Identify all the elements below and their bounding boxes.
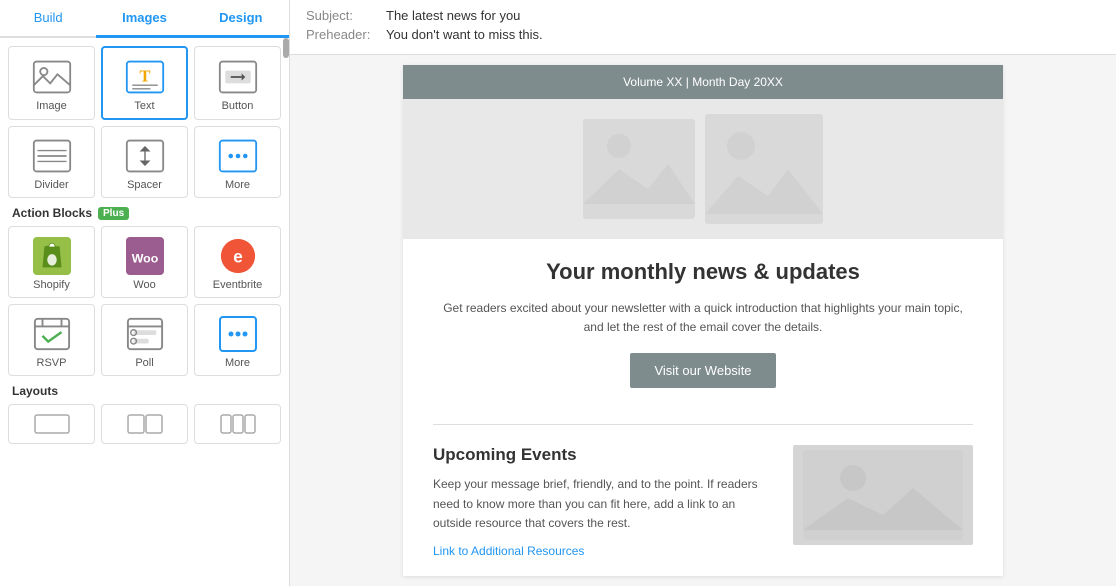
more-block-label: More	[225, 179, 250, 191]
more-action-block-label: More	[225, 357, 250, 369]
block-image[interactable]: Image	[8, 46, 95, 120]
spacer-block-label: Spacer	[127, 179, 162, 191]
block-spacer[interactable]: Spacer	[101, 126, 188, 198]
subject-value: The latest news for you	[386, 8, 520, 23]
text-block-icon: T	[125, 58, 165, 96]
email-events-text: Keep your message brief, friendly, and t…	[433, 475, 773, 533]
image-placeholder	[583, 114, 823, 224]
email-events-title: Upcoming Events	[433, 445, 773, 465]
layout-item-1[interactable]	[8, 404, 95, 444]
svg-text:Woo: Woo	[131, 252, 158, 266]
svg-text:e: e	[233, 248, 243, 267]
shopify-icon	[32, 237, 72, 275]
divider-block-label: Divider	[34, 179, 68, 191]
layouts-title: Layouts	[12, 384, 277, 398]
main-content: Subject: The latest news for you Prehead…	[290, 0, 1116, 586]
image-block-icon	[32, 58, 72, 96]
email-events-link[interactable]: Link to Additional Resources	[433, 544, 584, 558]
email-topbar-text: Volume XX | Month Day 20XX	[623, 75, 783, 89]
sidebar: Build Images Design Image	[0, 0, 290, 586]
email-header-bar: Subject: The latest news for you Prehead…	[290, 0, 1116, 55]
text-block-label: Text	[134, 100, 154, 112]
rsvp-icon	[32, 315, 72, 353]
woo-icon: Woo	[125, 237, 165, 275]
subject-row: Subject: The latest news for you	[306, 8, 1100, 23]
email-headline: Your monthly news & updates	[433, 259, 973, 285]
layout-item-3[interactable]	[194, 404, 281, 444]
more-action-icon	[218, 315, 258, 353]
email-body-text: Get readers excited about your newslette…	[433, 299, 973, 337]
spacer-block-icon	[125, 137, 165, 175]
more-block-icon	[218, 137, 258, 175]
rsvp-block-label: RSVP	[37, 357, 67, 369]
preheader-label: Preheader:	[306, 27, 386, 42]
preheader-value: You don't want to miss this.	[386, 27, 543, 42]
button-block-icon	[218, 58, 258, 96]
woo-block-label: Woo	[133, 279, 155, 291]
layout-item-2[interactable]	[101, 404, 188, 444]
email-hero-image	[403, 99, 1003, 239]
content-blocks-grid: Image T Text	[8, 46, 281, 198]
block-text[interactable]: T Text	[101, 46, 188, 120]
email-events-col: Upcoming Events Keep your message brief,…	[433, 445, 773, 558]
poll-icon	[125, 315, 165, 353]
email-body: Volume XX | Month Day 20XX	[403, 65, 1003, 576]
divider-block-icon	[32, 137, 72, 175]
block-divider[interactable]: Divider	[8, 126, 95, 198]
tab-design[interactable]: Design	[193, 0, 289, 38]
email-side-image	[793, 445, 973, 545]
email-two-col: Upcoming Events Keep your message brief,…	[403, 425, 1003, 578]
block-more-action[interactable]: More	[194, 304, 281, 376]
svg-text:T: T	[139, 67, 150, 86]
eventbrite-icon: e	[218, 237, 258, 275]
email-preview: Volume XX | Month Day 20XX	[290, 55, 1116, 586]
action-blocks-grid: Shopify Woo Woo e	[8, 226, 281, 376]
preheader-row: Preheader: You don't want to miss this.	[306, 27, 1100, 42]
block-woo[interactable]: Woo Woo	[101, 226, 188, 298]
action-blocks-title: Action Blocks Plus	[12, 206, 277, 220]
plus-badge: Plus	[98, 207, 129, 220]
shopify-block-label: Shopify	[33, 279, 70, 291]
subject-label: Subject:	[306, 8, 386, 23]
scroll-indicator	[283, 38, 289, 58]
eventbrite-block-label: Eventbrite	[213, 279, 263, 291]
poll-block-label: Poll	[135, 357, 153, 369]
button-block-label: Button	[222, 100, 254, 112]
sidebar-content: Image T Text	[0, 38, 289, 586]
email-topbar: Volume XX | Month Day 20XX	[403, 65, 1003, 99]
image-block-label: Image	[36, 100, 67, 112]
block-shopify[interactable]: Shopify	[8, 226, 95, 298]
block-rsvp[interactable]: RSVP	[8, 304, 95, 376]
block-eventbrite[interactable]: e Eventbrite	[194, 226, 281, 298]
tab-images[interactable]: Images	[96, 0, 192, 38]
layouts-grid	[8, 404, 281, 444]
tab-build[interactable]: Build	[0, 0, 96, 38]
block-button[interactable]: Button	[194, 46, 281, 120]
email-cta-button[interactable]: Visit our Website	[630, 353, 775, 388]
email-cta-wrapper: Visit our Website	[433, 353, 973, 388]
email-headline-section: Your monthly news & updates Get readers …	[403, 239, 1003, 424]
block-more[interactable]: More	[194, 126, 281, 198]
tab-bar: Build Images Design	[0, 0, 289, 38]
block-poll[interactable]: Poll	[101, 304, 188, 376]
email-side-image-col	[793, 445, 973, 558]
